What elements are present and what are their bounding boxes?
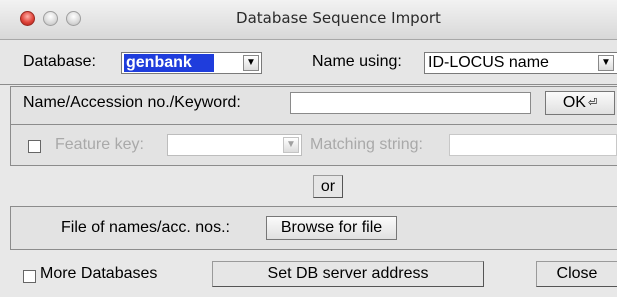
more-databases-checkbox[interactable] (23, 270, 36, 283)
database-label: Database: (23, 53, 96, 70)
keyword-input[interactable] (290, 92, 531, 114)
or-separator: or (313, 175, 343, 198)
browse-for-file-label: Browse for file (280, 219, 383, 236)
name-using-label: Name using: (312, 53, 402, 70)
browse-for-file-button[interactable]: Browse for file (266, 216, 397, 240)
return-key-icon: ⏎ (587, 97, 598, 109)
database-row: Database: genbank ▼ Name using: ID-LOCUS… (0, 40, 617, 85)
matching-string-label: Matching string: (310, 136, 423, 153)
feature-key-select[interactable]: ▼ (167, 134, 302, 156)
name-using-selected-value: ID-LOCUS name (428, 54, 549, 71)
set-db-server-address-label: Set DB server address (267, 265, 429, 282)
ok-button-label: OK (562, 94, 586, 111)
file-label: File of names/acc. nos.: (61, 219, 230, 236)
feature-key-label: Feature key: (55, 136, 144, 153)
matching-string-input[interactable] (449, 134, 617, 156)
more-databases-label[interactable]: More Databases (40, 265, 157, 283)
keyword-label: Name/Accession no./Keyword: (23, 94, 241, 111)
database-sequence-import-window: Database Sequence Import Database: genba… (0, 0, 617, 297)
database-select[interactable]: genbank ▼ (121, 52, 262, 74)
or-label: or (320, 178, 336, 195)
chevron-down-icon[interactable]: ▼ (283, 137, 299, 153)
name-using-select[interactable]: ID-LOCUS name ▼ (424, 52, 617, 74)
divider (10, 124, 617, 125)
feature-key-checkbox[interactable] (28, 140, 41, 153)
chevron-down-icon[interactable]: ▼ (243, 55, 259, 71)
title-bar[interactable]: Database Sequence Import (0, 0, 617, 40)
ok-button[interactable]: OK ⏎ (545, 91, 615, 115)
close-button-label: Close (556, 265, 598, 282)
close-button[interactable]: Close (536, 261, 617, 287)
chevron-down-icon[interactable]: ▼ (598, 55, 614, 71)
window-title: Database Sequence Import (236, 9, 441, 27)
database-selected-value: genbank (124, 54, 214, 72)
set-db-server-address-button[interactable]: Set DB server address (212, 261, 484, 287)
